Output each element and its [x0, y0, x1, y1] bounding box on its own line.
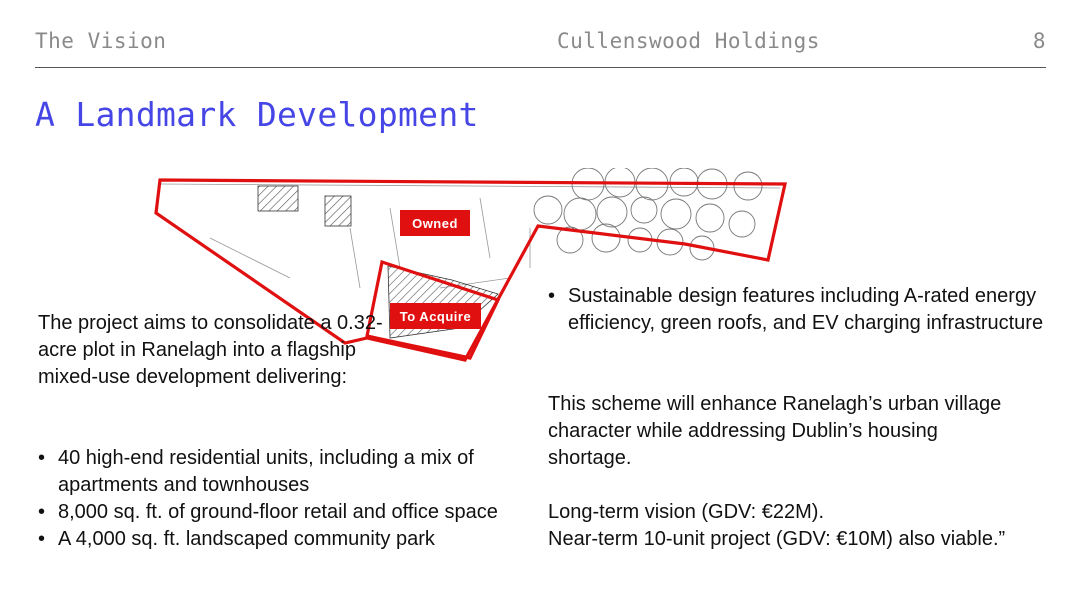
sustainability-list: Sustainable design features including A-…	[548, 283, 1048, 337]
section-label: The Vision	[35, 29, 167, 53]
building-hatch	[257, 185, 299, 212]
vision-paragraph: Long-term vision (GDV: €22M). Near-term …	[548, 499, 1068, 553]
list-item: A 4,000 sq. ft. landscaped community par…	[38, 526, 528, 553]
header-divider	[35, 67, 1046, 68]
vision-line-near-term: Near-term 10-unit project (GDV: €10M) al…	[548, 528, 1006, 550]
intro-text: The project aims to consolidate a 0.32-a…	[38, 312, 383, 388]
company-name: Cullenswood Holdings	[557, 29, 820, 53]
acquire-label: To Acquire	[400, 309, 471, 324]
list-item: Sustainable design features including A-…	[548, 283, 1048, 337]
vision-line-long-term: Long-term vision (GDV: €22M).	[548, 501, 825, 523]
page-title: A Landmark Development	[35, 95, 479, 134]
list-item: 8,000 sq. ft. of ground-floor retail and…	[38, 499, 528, 526]
list-item: 40 high-end residential units, including…	[38, 445, 528, 499]
deliverables-list: 40 high-end residential units, including…	[38, 445, 528, 553]
scheme-paragraph: This scheme will enhance Ranelagh’s urba…	[548, 393, 1002, 469]
page-number: 8	[1032, 29, 1046, 53]
building-hatch	[324, 195, 352, 227]
owned-label: Owned	[412, 216, 458, 231]
